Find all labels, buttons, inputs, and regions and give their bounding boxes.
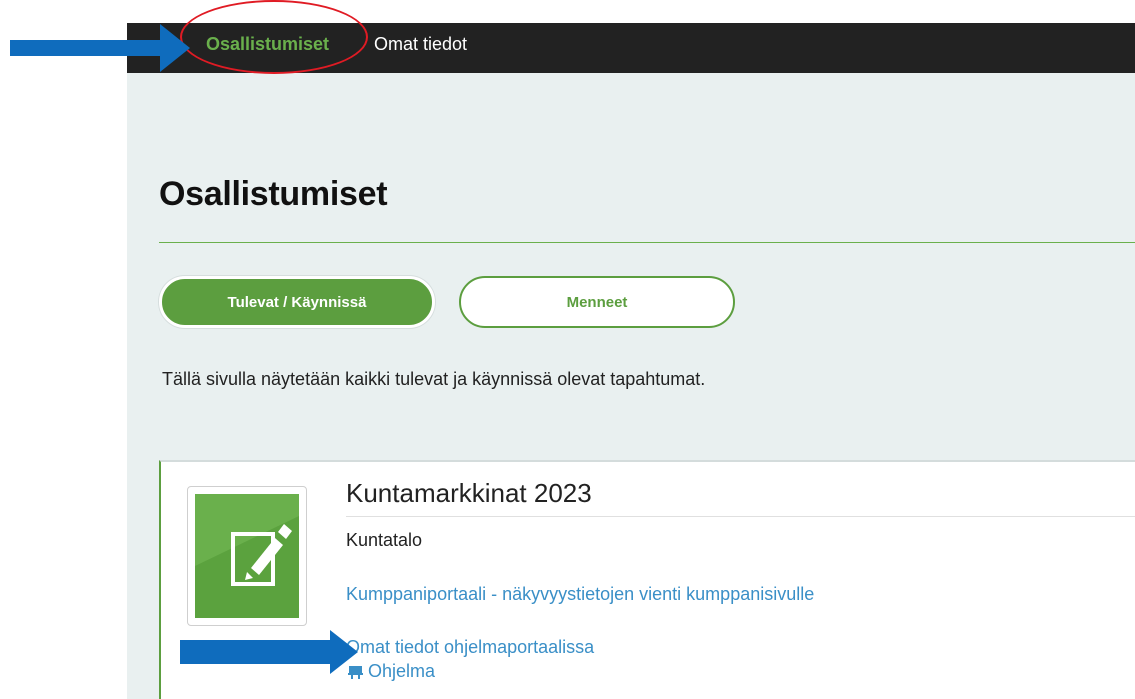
page-title: Osallistumiset (159, 175, 388, 213)
program-link[interactable]: Ohjelma (348, 661, 435, 682)
annotation-arrow-bottom (180, 630, 358, 674)
event-venue: Kuntatalo (346, 530, 423, 550)
title-divider (159, 242, 1135, 243)
tab-past[interactable]: Menneet (459, 276, 735, 328)
partner-portal-link[interactable]: Kumppaniportaali - näkyvyystietojen vien… (346, 584, 814, 605)
app-window: Osallistumiset Omat tiedot Osallistumise… (127, 0, 1135, 699)
page-intro-text: Tällä sivulla näytetään kaikki tulevat j… (162, 369, 706, 389)
event-title-divider (346, 516, 1135, 517)
program-link-label: Ohjelma (368, 661, 436, 681)
own-info-program-portal-link[interactable]: Omat tiedot ohjelmaportaalissa (346, 637, 594, 658)
highlight-ellipse (180, 0, 368, 74)
event-title: Kuntamarkkinat 2023 (346, 478, 592, 508)
edit-document-icon (195, 516, 299, 618)
tab-upcoming-ongoing[interactable]: Tulevat / Käynnissä (159, 276, 435, 328)
annotation-arrow-top (10, 24, 190, 72)
nav-omat-tiedot[interactable]: Omat tiedot (374, 33, 467, 55)
event-thumbnail (187, 486, 307, 626)
